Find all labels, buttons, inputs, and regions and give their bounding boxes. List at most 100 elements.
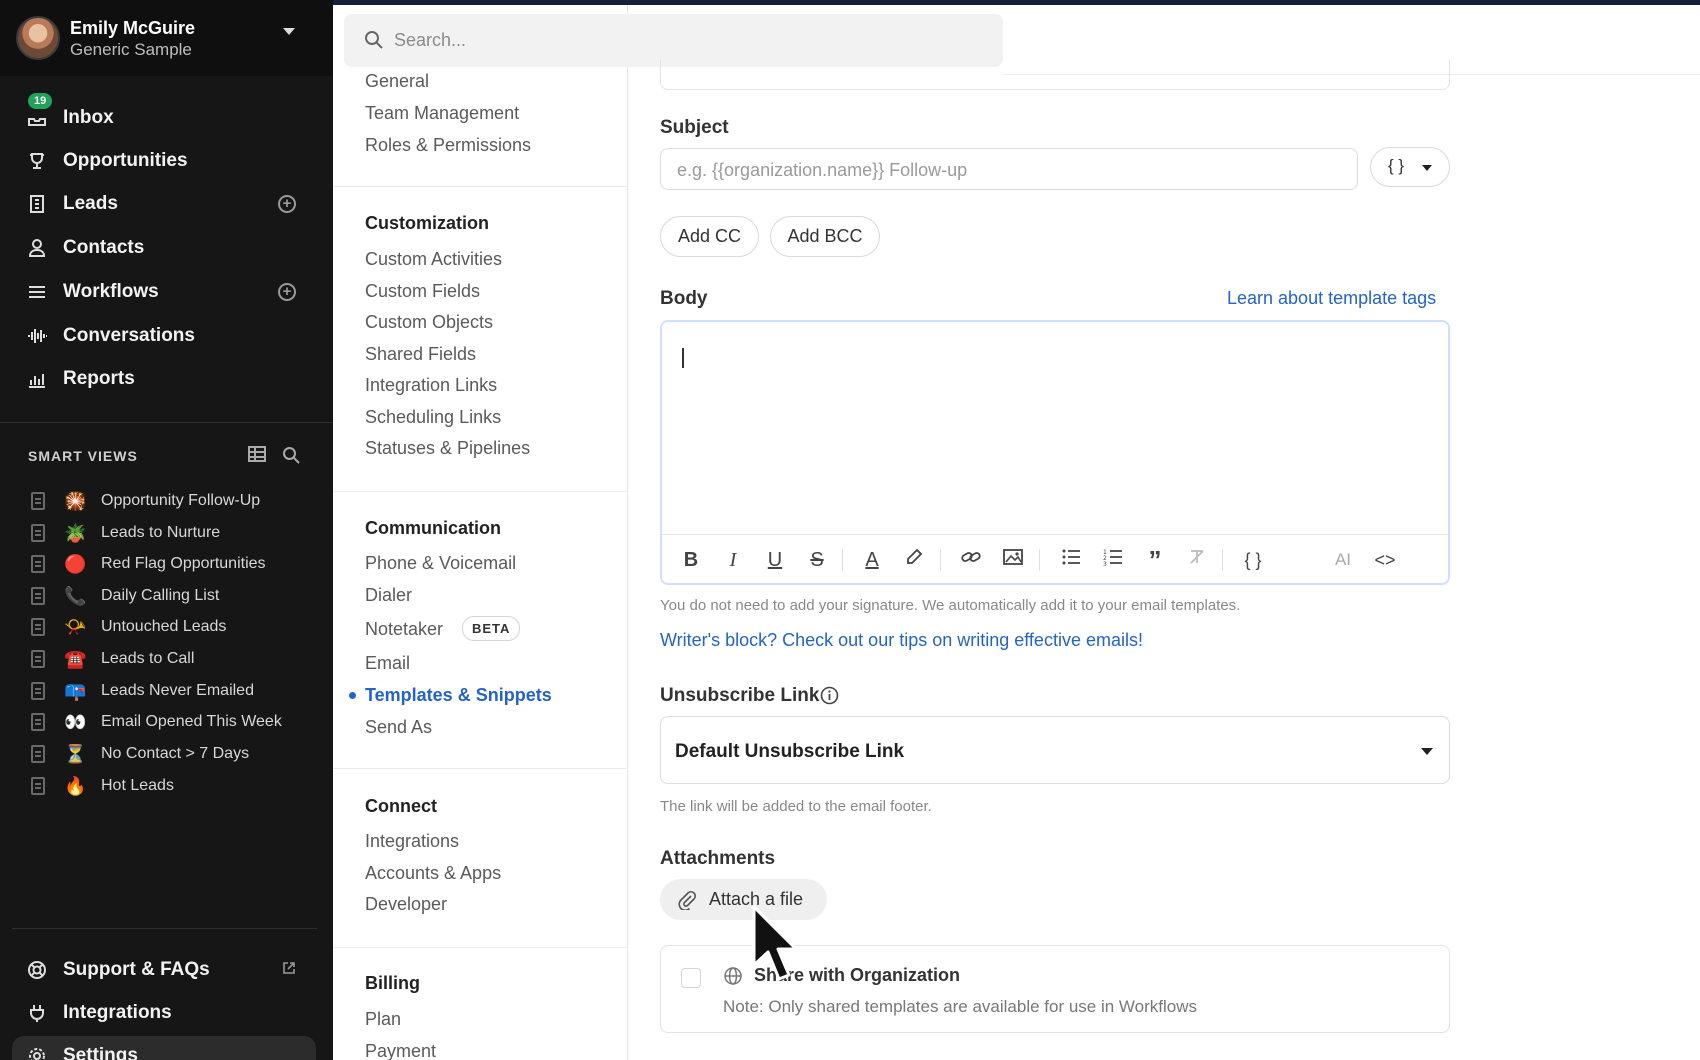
code-view-icon[interactable]: <> <box>1372 547 1398 573</box>
trophy-icon <box>26 150 48 172</box>
clear-format-icon[interactable] <box>1184 547 1210 573</box>
smart-view-item[interactable]: ☎️ Leads to Call <box>0 644 333 674</box>
smart-view-item[interactable]: 🎇 Opportunity Follow-Up <box>0 486 333 516</box>
menu-phone-voicemail[interactable]: Phone & Voicemail <box>365 553 516 574</box>
smart-view-label: Hot Leads <box>101 777 174 794</box>
unsubscribe-value: Default Unsubscribe Link <box>675 741 905 762</box>
add-workflow-icon[interactable]: + <box>278 283 296 301</box>
quote-icon[interactable]: ” <box>1142 547 1168 573</box>
smart-view-item[interactable]: 📞 Daily Calling List <box>0 581 333 611</box>
inbox-count-badge: 19 <box>28 93 53 109</box>
menu-integration-links[interactable]: Integration Links <box>365 375 497 396</box>
smart-view-item[interactable]: 🔴 Red Flag Opportunities <box>0 549 333 579</box>
sidebar-divider <box>12 928 317 929</box>
unsubscribe-select[interactable]: Default Unsubscribe Link <box>660 716 1450 784</box>
table-view-icon[interactable] <box>247 446 267 466</box>
smart-view-emoji-icon: 📯 <box>64 617 87 637</box>
menu-templates-snippets[interactable]: Templates & Snippets <box>365 685 552 706</box>
menu-custom-activities[interactable]: Custom Activities <box>365 249 502 270</box>
unsubscribe-label: Unsubscribe Link <box>660 685 820 706</box>
menu-send-as[interactable]: Send As <box>365 717 432 738</box>
body-label: Body <box>660 288 708 309</box>
menu-accounts-apps[interactable]: Accounts & Apps <box>365 863 501 884</box>
add-bcc-button[interactable]: Add BCC <box>770 216 880 257</box>
numbered-list-icon[interactable]: 123 <box>1100 547 1126 573</box>
subject-placeholder: e.g. {{organization.name}} Follow-up <box>677 160 968 180</box>
nav-inbox[interactable]: 19 Inbox <box>0 93 333 138</box>
highlighter-icon[interactable] <box>901 547 927 573</box>
smart-view-item[interactable]: 🪴 Leads to Nurture <box>0 518 333 548</box>
bold-icon[interactable]: B <box>678 547 704 573</box>
template-tags-link[interactable]: Learn about template tags <box>1227 288 1436 309</box>
menu-plan[interactable]: Plan <box>365 1009 401 1030</box>
document-icon <box>31 587 45 605</box>
menu-roles-permissions[interactable]: Roles & Permissions <box>365 135 531 156</box>
menu-general[interactable]: General <box>365 71 429 92</box>
strikethrough-icon[interactable]: S <box>804 547 830 573</box>
menu-email[interactable]: Email <box>365 653 410 674</box>
nav-reports[interactable]: Reports <box>0 359 333 399</box>
menu-integrations[interactable]: Integrations <box>365 831 459 852</box>
nav-label: Support & FAQs <box>63 959 210 980</box>
smart-view-item[interactable]: 🔥 Hot Leads <box>0 771 333 801</box>
menu-custom-fields[interactable]: Custom Fields <box>365 281 480 302</box>
menu-custom-objects[interactable]: Custom Objects <box>365 312 493 333</box>
nav-leads[interactable]: Leads + <box>0 184 333 224</box>
braces-icon: { } <box>1388 156 1405 175</box>
share-checkbox[interactable] <box>681 968 701 988</box>
nav-workflows[interactable]: Workflows + <box>0 272 333 312</box>
body-editor[interactable]: B I U S A 123 ” { } AI <> <box>660 320 1450 585</box>
plug-icon <box>26 1002 48 1024</box>
add-lead-icon[interactable]: + <box>278 195 296 213</box>
menu-developer[interactable]: Developer <box>365 894 447 915</box>
nav-conversations[interactable]: Conversations <box>0 316 333 356</box>
smart-view-label: Leads Never Emailed <box>101 682 254 699</box>
menu-notetaker[interactable]: Notetaker <box>365 619 443 640</box>
nav-support[interactable]: Support & FAQs <box>0 950 333 990</box>
attachments-label: Attachments <box>660 848 776 869</box>
menu-payment[interactable]: Payment <box>365 1041 436 1060</box>
smart-view-emoji-icon: 🎇 <box>64 491 87 511</box>
search-icon[interactable] <box>281 446 301 466</box>
image-icon[interactable] <box>1000 547 1026 573</box>
bullet-list-icon[interactable] <box>1058 547 1084 573</box>
smart-view-item[interactable]: 👀 Email Opened This Week <box>0 707 333 737</box>
menu-section-connect: Connect <box>365 796 437 816</box>
link-icon[interactable] <box>958 547 984 573</box>
external-link-icon <box>282 961 298 977</box>
subject-template-tag-button[interactable]: { } <box>1370 147 1450 187</box>
paperclip-icon <box>677 890 697 911</box>
subject-input[interactable]: e.g. {{organization.name}} Follow-up <box>660 148 1358 190</box>
chart-icon <box>26 368 48 390</box>
document-icon <box>31 682 45 700</box>
smart-view-item[interactable]: 📯 Untouched Leads <box>0 612 333 642</box>
template-tag-icon[interactable]: { } <box>1240 547 1266 573</box>
person-icon <box>26 237 48 259</box>
nav-integrations[interactable]: Integrations <box>0 993 333 1033</box>
menu-scheduling-links[interactable]: Scheduling Links <box>365 407 501 428</box>
nav-label: Contacts <box>63 237 145 258</box>
nav-contacts[interactable]: Contacts <box>0 228 333 268</box>
smart-view-emoji-icon: 👀 <box>64 712 87 732</box>
add-cc-button[interactable]: Add CC <box>660 216 759 257</box>
previous-field[interactable] <box>660 60 1450 90</box>
menu-dialer[interactable]: Dialer <box>365 585 412 606</box>
menu-statuses-pipelines[interactable]: Statuses & Pipelines <box>365 438 530 459</box>
toolbar-separator <box>1039 549 1040 571</box>
smart-view-item[interactable]: ⏳ No Contact > 7 Days <box>0 739 333 769</box>
nav-opportunities[interactable]: Opportunities <box>0 141 333 181</box>
text-color-icon[interactable]: A <box>859 547 885 573</box>
menu-divider <box>333 768 627 769</box>
document-icon <box>31 492 45 510</box>
smart-view-item[interactable]: 📪 Leads Never Emailed <box>0 676 333 706</box>
menu-shared-fields[interactable]: Shared Fields <box>365 344 476 365</box>
user-switcher[interactable]: Emily McGuire Generic Sample <box>0 0 333 76</box>
writers-block-link[interactable]: Writer's block? Check out our tips on wr… <box>660 630 1143 651</box>
menu-team-management[interactable]: Team Management <box>365 103 519 124</box>
caret-down-icon[interactable] <box>283 28 295 35</box>
ai-assist-button[interactable]: AI <box>1330 547 1356 573</box>
italic-icon[interactable]: I <box>720 547 746 573</box>
info-icon[interactable] <box>820 686 839 705</box>
nav-settings[interactable]: Settings <box>12 1036 316 1060</box>
underline-icon[interactable]: U <box>762 547 788 573</box>
